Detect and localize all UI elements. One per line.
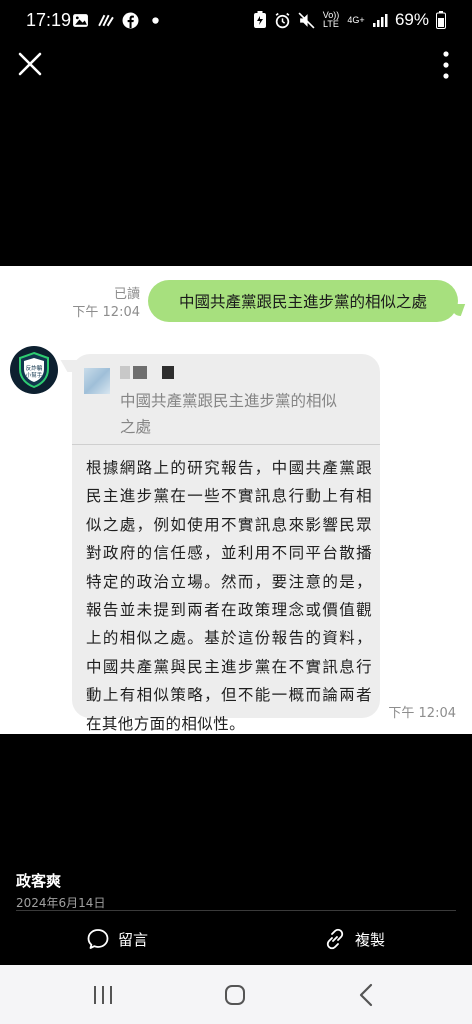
sent-message-text: 中國共產黨跟民主進步黨的相似之處 xyxy=(178,293,427,311)
post-author[interactable]: 政客爽 xyxy=(16,870,61,891)
status-time: 17:19 xyxy=(26,10,72,30)
quoted-thumbnail xyxy=(84,368,110,394)
gallery-icon xyxy=(73,14,88,27)
system-status: Vo)) LTE 4G+ 69% xyxy=(253,10,446,30)
comment-label: 留言 xyxy=(118,930,149,949)
received-time: 下午 12:04 xyxy=(388,706,456,721)
close-icon[interactable] xyxy=(16,50,44,78)
copy-label: 複製 xyxy=(355,930,386,949)
svg-text:小幫手: 小幫手 xyxy=(26,371,43,379)
facebook-icon xyxy=(122,12,139,29)
quoted-sender-name xyxy=(120,366,174,379)
network-label: 4G+ xyxy=(347,14,365,25)
sent-message-bubble: 中國共產黨跟民主進步黨的相似之處 xyxy=(148,280,458,322)
signal-icon xyxy=(372,14,388,27)
link-icon xyxy=(326,928,344,950)
chat-screenshot: 已讀 下午 12:04 中國共產黨跟民主進步黨的相似之處 反詐騙 小幫手 中國共… xyxy=(0,266,472,734)
reply-message-text: 根據網路上的研究報告，中國共產黨跟民主進步黨在一些不實訊息行動上有相似之處，例如… xyxy=(86,459,372,733)
status-bar: 17:19 Vo)) LTE 4G+ 69% xyxy=(0,0,472,44)
dot-icon xyxy=(152,17,159,24)
sent-meta: 已讀 下午 12:04 xyxy=(60,286,140,322)
battery-saver-icon xyxy=(253,11,266,28)
navigation-bar xyxy=(0,965,472,1024)
alarm-icon xyxy=(275,12,290,28)
received-message-bubble: 中國共產黨跟民主進步黨的相似之處 根據網路上的研究報告，中國共產黨跟民主進步黨在… xyxy=(72,354,380,733)
avatar: 反詐騙 小幫手 xyxy=(10,346,58,394)
back-icon[interactable] xyxy=(358,983,374,1007)
comment-button[interactable]: 留言 xyxy=(86,927,148,951)
quoted-reply: 中國共產黨跟民主進步黨的相似之處 xyxy=(82,364,370,444)
recents-icon[interactable] xyxy=(92,985,114,1005)
mute-icon xyxy=(298,11,315,29)
home-icon[interactable] xyxy=(224,984,246,1006)
volte-label: Vo)) LTE xyxy=(322,10,340,29)
quote-divider xyxy=(72,444,380,445)
post-date: 2024年6月14日 xyxy=(16,896,106,910)
divider xyxy=(16,910,456,911)
shield-icon: 反詐騙 小幫手 xyxy=(19,351,49,389)
quoted-text: 中國共產黨跟民主進步黨的相似之處 xyxy=(120,392,338,436)
read-label: 已讀 xyxy=(113,287,140,302)
wifi-call-icon xyxy=(98,14,114,27)
more-vertical-icon[interactable] xyxy=(440,50,452,80)
sent-time: 下午 12:04 xyxy=(72,305,140,320)
avatar-text: 反詐騙 xyxy=(26,364,43,372)
speech-bubble-icon xyxy=(87,929,109,949)
notification-icons xyxy=(72,12,164,29)
battery-icon xyxy=(436,11,446,29)
copy-button[interactable]: 複製 xyxy=(323,927,385,951)
battery-percent: 69% xyxy=(394,10,429,29)
